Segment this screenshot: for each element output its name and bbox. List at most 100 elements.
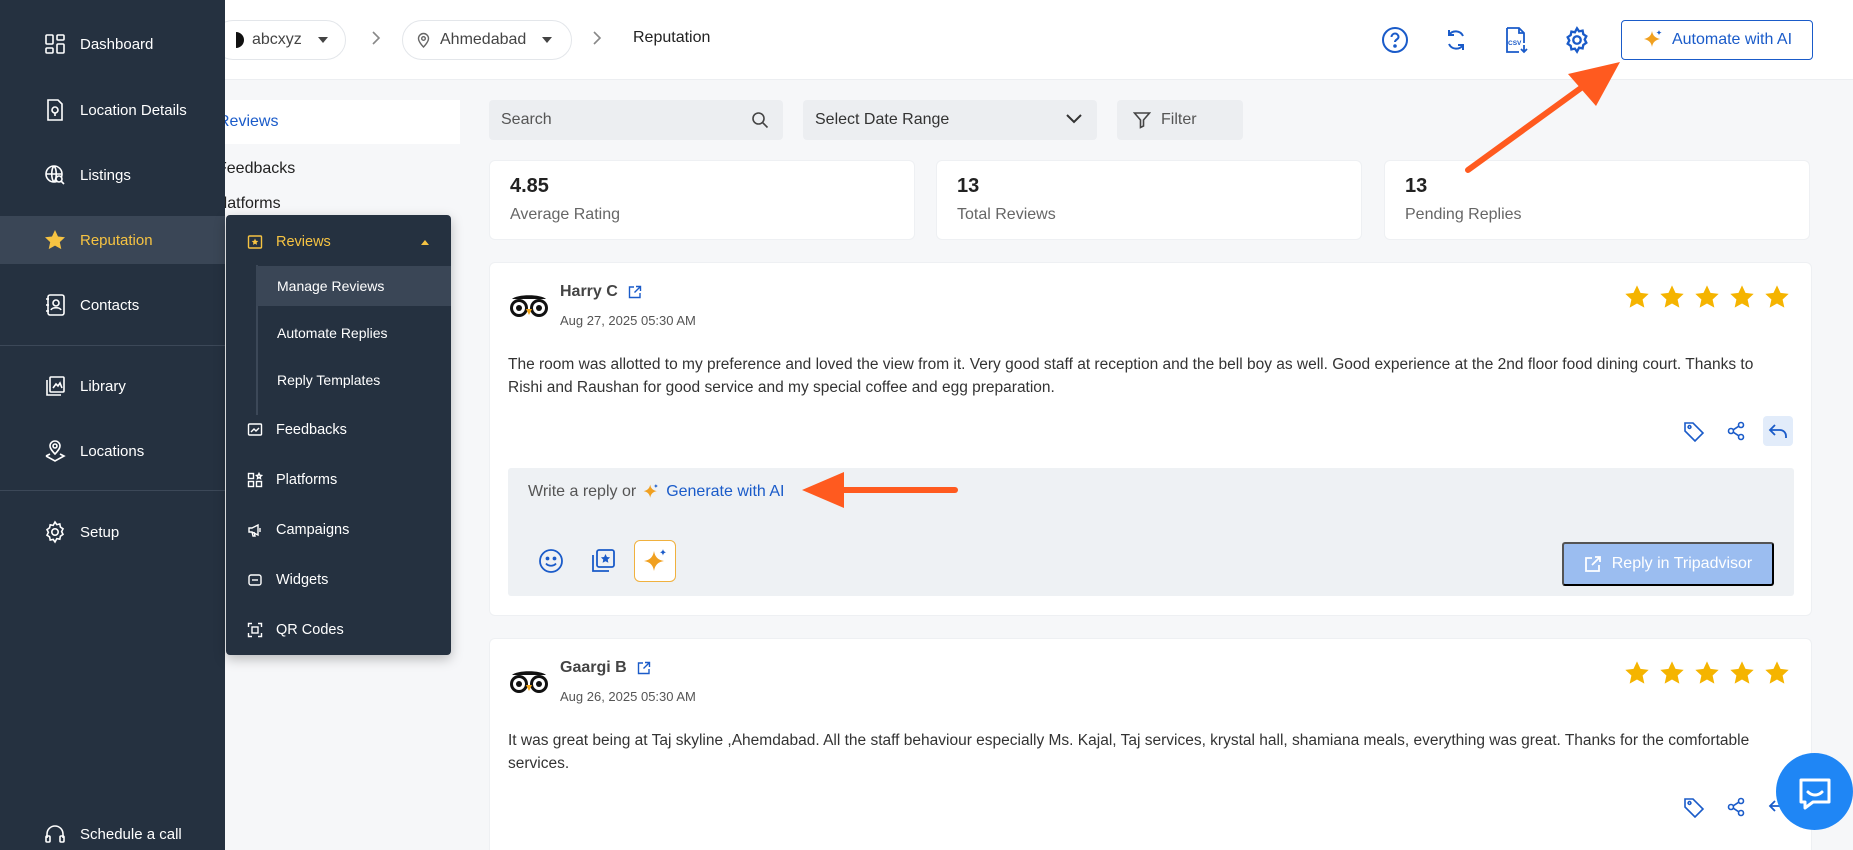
external-link-icon[interactable] — [628, 285, 642, 299]
stat-pending-replies: 13 Pending Replies — [1384, 160, 1810, 240]
flyout-item-feedbacks[interactable]: Feedbacks — [226, 408, 451, 452]
gear-icon — [42, 519, 68, 545]
star-icon — [1625, 661, 1649, 684]
platforms-icon — [246, 471, 264, 489]
flyout-item-platforms[interactable]: Platforms — [226, 458, 451, 502]
flyout-item-widgets[interactable]: Widgets — [226, 558, 451, 602]
filter-button[interactable]: Filter — [1117, 100, 1243, 140]
tag-icon[interactable] — [1679, 792, 1709, 822]
tag-icon[interactable] — [1679, 416, 1709, 446]
flyout-item-label: Campaigns — [276, 522, 350, 538]
flyout-item-label: Widgets — [276, 572, 329, 588]
search-icon — [751, 111, 769, 129]
star-icon — [1660, 661, 1684, 684]
reply-placeholder: Write a reply or — [528, 483, 637, 500]
stat-value: 13 — [957, 175, 980, 197]
reviewer-name-text: Harry C — [560, 283, 618, 300]
subpanel-item-label: Reviews — [218, 113, 279, 130]
flyout-sub-automate-replies[interactable]: Automate Replies — [256, 313, 451, 353]
search-input[interactable]: Search — [489, 100, 783, 140]
library-icon — [42, 373, 68, 399]
chevron-right-icon — [371, 30, 381, 46]
feedbacks-icon — [246, 421, 264, 439]
flyout-sub-reply-templates[interactable]: Reply Templates — [256, 360, 451, 400]
flyout-sub-label: Manage Reviews — [277, 278, 385, 294]
widgets-icon — [246, 571, 264, 589]
sidebar-item-label: Reputation — [80, 231, 153, 249]
sidebar-divider — [0, 345, 225, 346]
external-link-icon[interactable] — [637, 661, 651, 675]
location-selector[interactable]: Ahmedabad — [402, 20, 572, 60]
star-icon — [42, 227, 68, 253]
sidebar-item-listings[interactable]: Listings — [0, 151, 225, 199]
sidebar-item-reputation[interactable]: Reputation — [0, 216, 225, 264]
subpanel-item-feedbacks[interactable]: Feedbacks — [217, 147, 460, 191]
main-sidebar: Dashboard Location Details Listings Repu… — [0, 0, 225, 850]
sidebar-item-label: Location Details — [80, 101, 187, 119]
ai-sparkle-button[interactable] — [634, 540, 676, 582]
svg-text:CSV: CSV — [1508, 40, 1522, 47]
flyout-sub-manage-reviews[interactable]: Manage Reviews — [256, 266, 451, 306]
generate-with-ai-link[interactable]: Generate with AI — [666, 483, 784, 501]
tripadvisor-logo-icon — [508, 669, 550, 695]
headset-icon — [42, 821, 68, 847]
locations-icon — [42, 438, 68, 464]
dashboard-icon — [42, 31, 68, 57]
flyout-item-qr-codes[interactable]: QR Codes — [226, 608, 451, 652]
settings-gear-icon[interactable] — [1562, 25, 1592, 55]
emoji-icon[interactable] — [530, 540, 572, 582]
reply-composer[interactable]: Write a reply or Generate with AI Reply … — [508, 468, 1794, 596]
flyout-item-label: Feedbacks — [276, 422, 347, 438]
account-name: abcxyz — [252, 31, 302, 48]
sidebar-item-label: Dashboard — [80, 35, 154, 53]
flyout-sub-label: Reply Templates — [277, 372, 381, 388]
sidebar-item-label: Library — [80, 377, 126, 395]
star-icon — [1660, 285, 1684, 308]
sidebar-item-setup[interactable]: Setup — [0, 508, 225, 556]
sidebar-item-dashboard[interactable]: Dashboard — [0, 20, 225, 68]
schedule-call-button[interactable]: Schedule a call — [0, 810, 225, 850]
star-icon — [1765, 661, 1789, 684]
chevron-down-icon — [317, 37, 328, 43]
csv-download-icon[interactable]: CSV — [1501, 25, 1531, 55]
filter-label: Filter — [1161, 111, 1197, 128]
sidebar-item-locations[interactable]: Locations — [0, 427, 225, 475]
sidebar-item-location-details[interactable]: Location Details — [0, 86, 225, 134]
stat-average-rating: 4.85 Average Rating — [489, 160, 915, 240]
top-bar: abcxyz Ahmedabad Reputation CSV Automate… — [213, 0, 1853, 80]
megaphone-icon — [246, 521, 264, 539]
help-icon[interactable] — [1380, 25, 1410, 55]
refresh-icon[interactable] — [1441, 25, 1471, 55]
share-icon[interactable] — [1721, 792, 1751, 822]
listings-icon — [42, 162, 68, 188]
flyout-item-reviews[interactable]: Reviews — [226, 220, 451, 264]
sidebar-item-library[interactable]: Library — [0, 362, 225, 410]
reply-input[interactable]: Write a reply or Generate with AI — [528, 483, 784, 501]
chat-support-button[interactable] — [1776, 753, 1853, 830]
reply-in-tripadvisor-button[interactable]: Reply in Tripadvisor — [1562, 542, 1774, 586]
review-date: Aug 27, 2025 05:30 AM — [560, 313, 696, 328]
flyout-item-campaigns[interactable]: Campaigns — [226, 508, 451, 552]
reply-icon[interactable] — [1763, 416, 1793, 446]
sidebar-item-contacts[interactable]: Contacts — [0, 281, 225, 329]
reputation-flyout-menu: Reviews Manage Reviews Automate Replies … — [226, 215, 451, 655]
stat-label: Average Rating — [510, 206, 620, 223]
share-icon[interactable] — [1721, 416, 1751, 446]
star-icon — [1765, 285, 1789, 308]
contacts-icon — [42, 292, 68, 318]
date-range-select[interactable]: Select Date Range — [803, 100, 1097, 140]
reply-button-label: Reply in Tripadvisor — [1611, 555, 1753, 572]
review-actions — [1679, 416, 1793, 446]
automate-with-ai-button[interactable]: Automate with AI — [1621, 20, 1813, 60]
stat-value: 4.85 — [510, 175, 549, 197]
account-selector[interactable]: abcxyz — [213, 20, 346, 60]
review-text: It was great being at Taj skyline ,Ahemd… — [508, 732, 1750, 772]
chevron-down-icon — [542, 37, 553, 43]
star-icon — [1695, 661, 1719, 684]
template-icon[interactable] — [582, 540, 624, 582]
subpanel-item-label: Feedbacks — [217, 160, 296, 177]
caret-up-icon — [421, 239, 429, 245]
review-card: Gaargi B Aug 26, 2025 05:30 AM It was gr… — [489, 638, 1812, 850]
stat-value: 13 — [1405, 175, 1428, 197]
subpanel-item-reviews[interactable]: Reviews — [218, 100, 460, 144]
